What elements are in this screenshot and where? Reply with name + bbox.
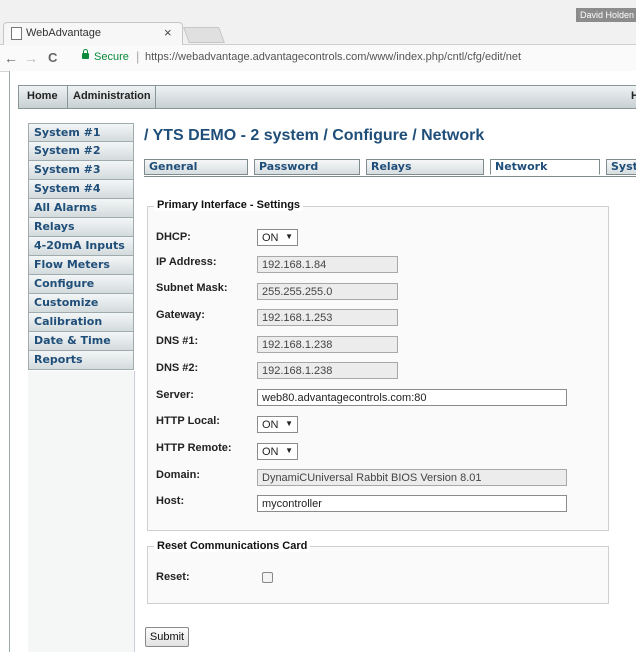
primary-interface-legend: Primary Interface - Settings bbox=[154, 199, 304, 211]
menu-divider bbox=[67, 86, 68, 108]
http-local-value: ON bbox=[262, 419, 279, 431]
dhcp-value: ON bbox=[262, 232, 279, 244]
secure-label[interactable]: Secure bbox=[94, 51, 129, 63]
server-label: Server: bbox=[156, 389, 194, 401]
ip-address-label: IP Address: bbox=[156, 256, 217, 268]
dns1-label: DNS #1: bbox=[156, 335, 199, 347]
page-icon bbox=[11, 27, 22, 40]
lock-icon bbox=[82, 49, 89, 59]
browser-tab[interactable]: WebAdvantage × bbox=[3, 22, 183, 45]
gateway-label: Gateway: bbox=[156, 309, 205, 321]
sidebar-nav: System #1 System #2 System #3 System #4 … bbox=[28, 123, 134, 370]
server-input[interactable]: web80.advantagecontrols.com:80 bbox=[257, 389, 567, 406]
http-remote-value: ON bbox=[262, 446, 279, 458]
chevron-down-icon: ▼ bbox=[285, 446, 293, 455]
dns2-label: DNS #2: bbox=[156, 362, 199, 374]
domain-label: Domain: bbox=[156, 469, 200, 481]
http-local-label: HTTP Local: bbox=[156, 415, 220, 427]
dhcp-select[interactable]: ON ▼ bbox=[257, 229, 298, 246]
tab-relays[interactable]: Relays bbox=[366, 159, 484, 175]
address-bar: ← → C Secure | https://webadvantage.adva… bbox=[0, 45, 636, 72]
sidebar-item-reports[interactable]: Reports bbox=[28, 351, 134, 370]
reset-legend: Reset Communications Card bbox=[154, 540, 311, 552]
reload-icon[interactable]: C bbox=[48, 50, 57, 65]
url-separator: | bbox=[136, 49, 140, 64]
sidebar-item-relays[interactable]: Relays bbox=[28, 218, 134, 237]
close-tab-icon[interactable]: × bbox=[164, 25, 172, 40]
sidebar-item-configure[interactable]: Configure bbox=[28, 275, 134, 294]
subnet-mask-label: Subnet Mask: bbox=[156, 282, 228, 294]
menu-administration[interactable]: Administration bbox=[73, 90, 151, 102]
sidebar-item-4-20ma-inputs[interactable]: 4-20mA Inputs bbox=[28, 237, 134, 256]
sidebar-item-date-time[interactable]: Date & Time bbox=[28, 332, 134, 351]
sidebar-item-system-1[interactable]: System #1 bbox=[28, 123, 134, 142]
ip-address-field[interactable]: 192.168.1.84 bbox=[257, 256, 398, 273]
sidebar-item-all-alarms[interactable]: All Alarms bbox=[28, 199, 134, 218]
domain-field[interactable]: DynamiCUniversal Rabbit BIOS Version 8.0… bbox=[257, 469, 567, 486]
reset-checkbox[interactable] bbox=[262, 572, 273, 583]
forward-arrow-icon[interactable]: → bbox=[24, 50, 38, 66]
menu-home[interactable]: Home bbox=[27, 90, 58, 102]
url-text[interactable]: https://webadvantage.advantagecontrols.c… bbox=[145, 51, 521, 63]
sidebar-background bbox=[28, 371, 135, 652]
submit-button[interactable]: Submit bbox=[145, 627, 189, 647]
chevron-down-icon: ▼ bbox=[285, 232, 293, 241]
profile-badge[interactable]: David Holden bbox=[576, 8, 636, 22]
page-title: / YTS DEMO - 2 system / Configure / Netw… bbox=[144, 127, 485, 144]
tab-title: WebAdvantage bbox=[26, 27, 102, 39]
http-local-select[interactable]: ON ▼ bbox=[257, 416, 298, 433]
sidebar-item-flow-meters[interactable]: Flow Meters bbox=[28, 256, 134, 275]
host-input[interactable]: mycontroller bbox=[257, 495, 567, 512]
reset-label: Reset: bbox=[156, 571, 190, 583]
reset-fieldset bbox=[147, 546, 609, 604]
dhcp-label: DHCP: bbox=[156, 231, 191, 243]
back-arrow-icon[interactable]: ← bbox=[4, 50, 18, 66]
sidebar-item-calibration[interactable]: Calibration bbox=[28, 313, 134, 332]
dns2-field[interactable]: 192.168.1.238 bbox=[257, 362, 398, 379]
sidebar-item-system-4[interactable]: System #4 bbox=[28, 180, 134, 199]
tab-network[interactable]: Network bbox=[490, 159, 600, 175]
sidebar-item-system-2[interactable]: System #2 bbox=[28, 142, 134, 161]
menu-divider bbox=[155, 86, 156, 108]
http-remote-select[interactable]: ON ▼ bbox=[257, 443, 298, 460]
new-tab-button[interactable] bbox=[183, 27, 225, 43]
config-tabs: General Password Relays Network Syst bbox=[144, 159, 636, 177]
sidebar-item-customize[interactable]: Customize bbox=[28, 294, 134, 313]
menu-item-right[interactable]: H bbox=[631, 90, 636, 102]
tab-password[interactable]: Password bbox=[254, 159, 360, 175]
host-label: Host: bbox=[156, 495, 185, 507]
tab-system[interactable]: Syst bbox=[606, 159, 636, 175]
chevron-down-icon: ▼ bbox=[285, 419, 293, 428]
top-menu-bar: Home Administration H bbox=[18, 85, 636, 109]
tab-general[interactable]: General bbox=[144, 159, 248, 175]
subnet-mask-field[interactable]: 255.255.255.0 bbox=[257, 283, 398, 300]
dns1-field[interactable]: 192.168.1.238 bbox=[257, 336, 398, 353]
gateway-field[interactable]: 192.168.1.253 bbox=[257, 309, 398, 326]
sidebar-item-system-3[interactable]: System #3 bbox=[28, 161, 134, 180]
http-remote-label: HTTP Remote: bbox=[156, 442, 232, 454]
